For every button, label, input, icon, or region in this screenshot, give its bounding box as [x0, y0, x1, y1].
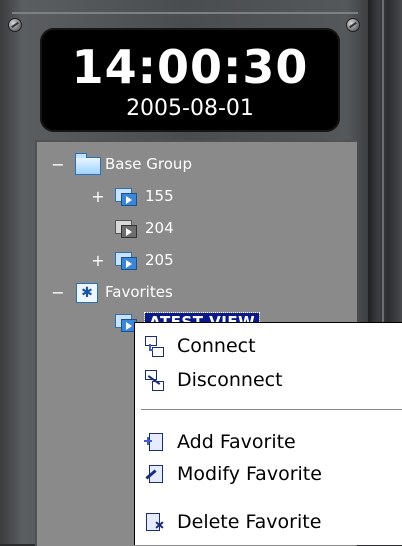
tree-item-204[interactable]: 204	[115, 216, 174, 240]
tree-item-label: 204	[145, 219, 174, 237]
menu-item-delete-favorite[interactable]: Delete Favorite	[135, 507, 402, 537]
delete-favorite-icon	[143, 511, 165, 533]
menu-item-disconnect[interactable]: Disconnect	[135, 365, 402, 395]
tree-item-205[interactable]: + 205	[91, 248, 174, 272]
menu-item-label: Disconnect	[177, 369, 283, 391]
expand-icon[interactable]: +	[91, 187, 105, 206]
menu-item-label: Modify Favorite	[177, 463, 322, 485]
tree-item-base-group[interactable]: − Base Group	[51, 152, 192, 176]
tree-item-label: 155	[145, 187, 174, 205]
menu-item-connect[interactable]: Connect	[135, 331, 402, 361]
camera-group-icon	[115, 186, 139, 206]
context-menu: Connect Disconnect Add Favorite Modify F…	[134, 322, 402, 545]
menu-item-label: Delete Favorite	[177, 511, 322, 533]
tree-item-label: Base Group	[105, 155, 192, 173]
collapse-icon[interactable]: −	[51, 155, 65, 174]
screw-icon	[346, 18, 360, 32]
connect-icon	[143, 335, 165, 357]
folder-icon	[75, 153, 101, 175]
clock-date: 2005-08-01	[126, 96, 254, 121]
screw-icon	[8, 18, 22, 32]
menu-separator	[141, 409, 402, 411]
modify-favorite-icon	[143, 463, 165, 485]
tree-item-155[interactable]: + 155	[91, 184, 174, 208]
menu-item-add-favorite[interactable]: Add Favorite	[135, 427, 402, 457]
clock-display: 14:00:30 2005-08-01	[40, 28, 340, 132]
camera-offline-icon	[115, 218, 139, 238]
tree-item-favorites[interactable]: − ✱ Favorites	[51, 280, 173, 304]
add-favorite-icon	[143, 431, 165, 453]
favorites-folder-icon: ✱	[75, 282, 99, 303]
expand-icon[interactable]: +	[91, 251, 105, 270]
tree-item-label: 205	[145, 251, 174, 269]
menu-item-modify-favorite[interactable]: Modify Favorite	[135, 459, 402, 489]
clock-time: 14:00:30	[71, 40, 309, 94]
menu-item-label: Connect	[177, 335, 256, 357]
menu-item-label: Add Favorite	[177, 431, 296, 453]
collapse-icon[interactable]: −	[51, 283, 65, 302]
frame-bevel	[12, 12, 358, 14]
tree-item-label: Favorites	[105, 283, 173, 301]
camera-group-icon	[115, 250, 139, 270]
disconnect-icon	[143, 369, 165, 391]
